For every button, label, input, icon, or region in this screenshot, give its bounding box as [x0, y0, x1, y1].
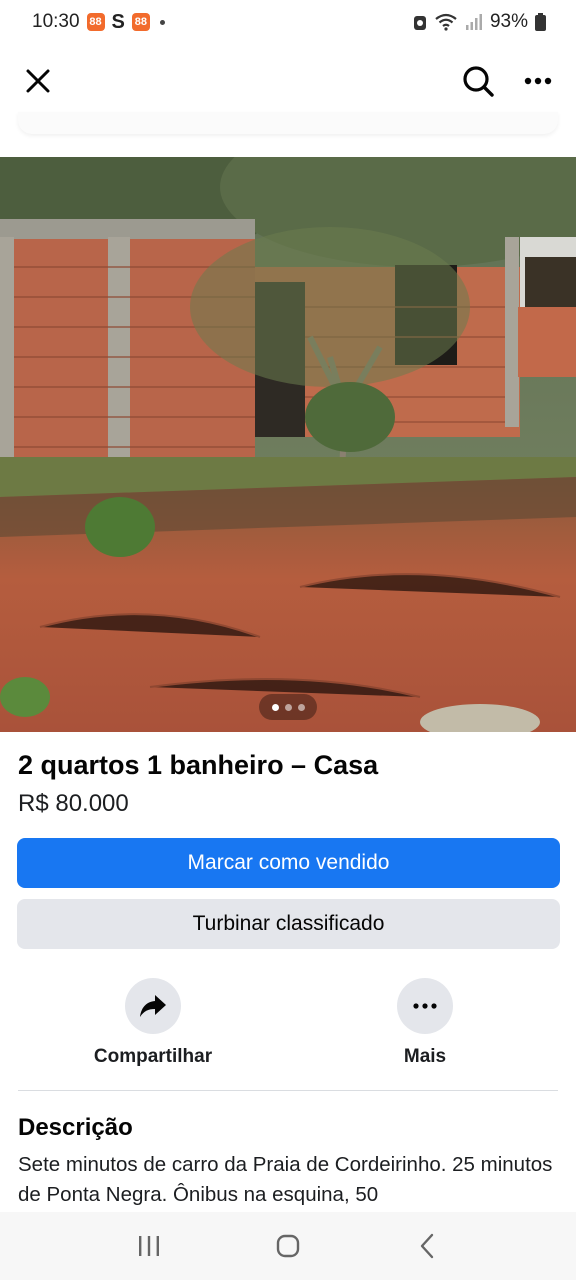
more-label: Mais: [403, 1046, 447, 1067]
status-right: 93%: [413, 11, 546, 33]
close-button[interactable]: [18, 61, 58, 101]
listing-price: R$ 80.000: [18, 790, 129, 817]
more-action[interactable]: Mais: [335, 978, 515, 1068]
house-photo-image: [0, 157, 576, 732]
pager-dot: [284, 703, 292, 711]
image-pager: [259, 694, 317, 720]
boost-listing-button[interactable]: Turbinar classificado: [17, 899, 560, 949]
description-text: Sete minutos de carro da Praia de Cordei…: [18, 1153, 553, 1206]
status-bar: 10:30 88 S 88 93%: [0, 0, 576, 44]
close-icon: [26, 69, 50, 93]
home-icon: [276, 1234, 300, 1258]
battery-icon: [535, 13, 546, 31]
share-button[interactable]: [125, 978, 181, 1034]
status-time: 10:30: [32, 11, 80, 32]
alarm-icon: [413, 16, 426, 30]
recent-apps-button[interactable]: [119, 1216, 179, 1276]
more-options-button[interactable]: [518, 61, 558, 101]
description-heading: Descrição: [18, 1114, 133, 1141]
signal-icon: [465, 14, 482, 30]
more-button[interactable]: [397, 978, 453, 1034]
search-button[interactable]: [458, 61, 498, 101]
more-horizontal-icon: [524, 77, 552, 85]
notification-app-icon: 88: [86, 13, 105, 31]
app-bar-actions: [458, 61, 558, 101]
home-button[interactable]: [258, 1216, 318, 1276]
status-left: 10:30 88 S 88: [32, 11, 165, 34]
pager-dot: [297, 703, 305, 711]
s-app-icon: S: [111, 10, 125, 33]
pager-dot-active: [271, 703, 279, 711]
previous-card-edge: [18, 112, 558, 134]
notification-app-icon: 88: [131, 13, 150, 31]
battery-percent: 93%: [489, 11, 528, 32]
listing-photo[interactable]: [0, 157, 576, 732]
app-bar: [0, 52, 576, 110]
more-horizontal-icon: [413, 1003, 437, 1009]
share-action[interactable]: Compartilhar: [63, 978, 243, 1068]
share-arrow-icon: [140, 995, 166, 1017]
search-icon: [463, 66, 494, 97]
listing-title: 2 quartos 1 banheiro – Casa: [18, 750, 379, 780]
more-notifications-dot-icon: [159, 19, 165, 25]
section-divider: [18, 1090, 558, 1091]
back-chevron-icon: [420, 1233, 433, 1259]
system-nav-bar: [0, 1212, 576, 1280]
mark-as-sold-button[interactable]: Marcar como vendido: [17, 838, 560, 888]
share-label: Compartilhar: [93, 1046, 213, 1067]
back-button[interactable]: [397, 1216, 457, 1276]
recent-apps-icon: [139, 1236, 160, 1256]
wifi-icon: [435, 13, 457, 31]
